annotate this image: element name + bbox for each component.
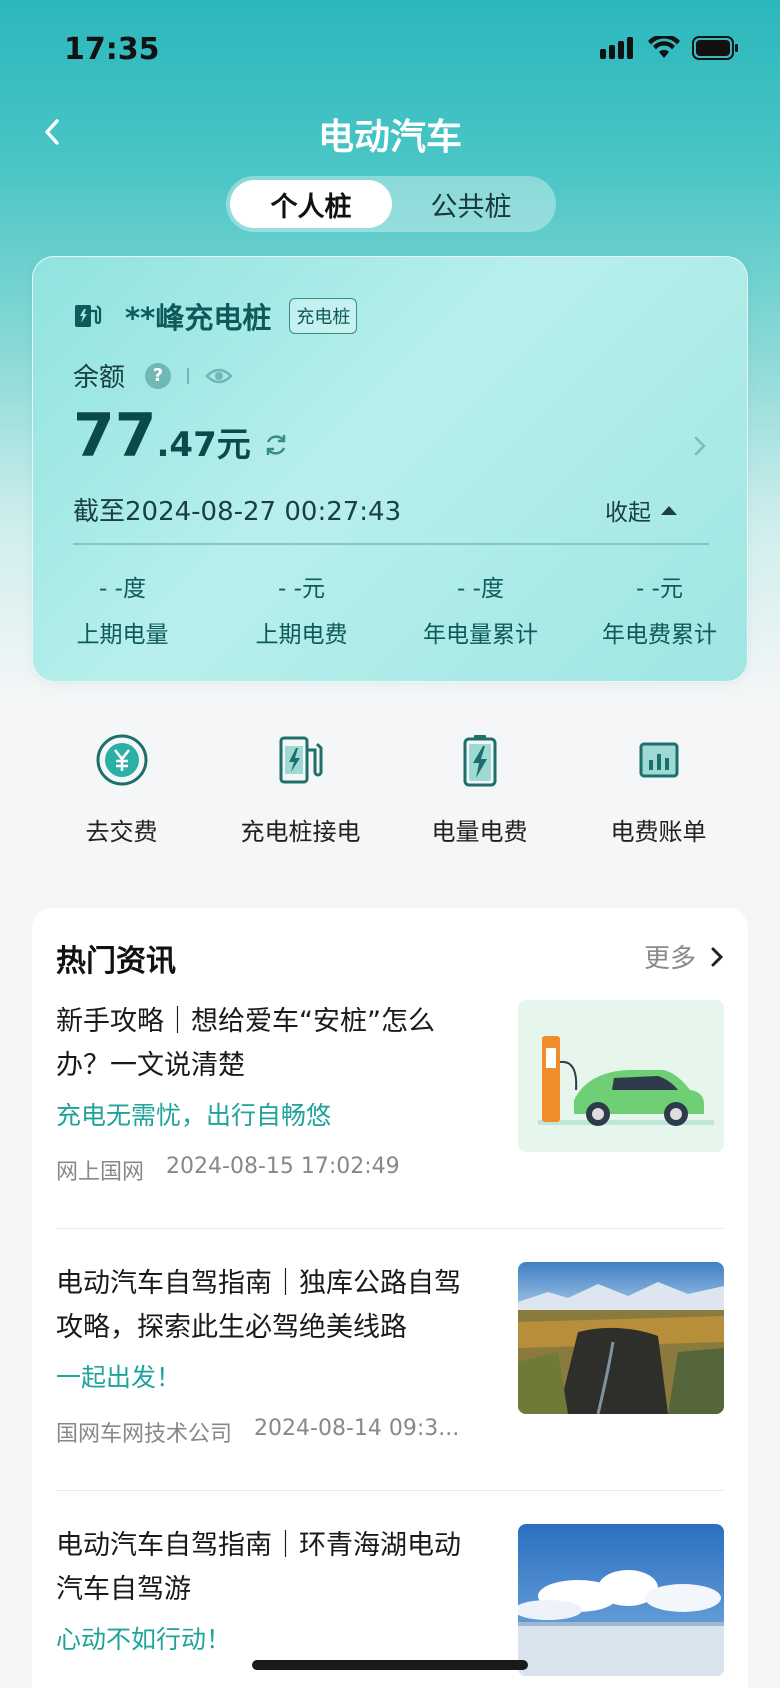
collapse-button[interactable]: 收起 (605, 493, 679, 527)
battery-bolt-icon (448, 728, 512, 792)
balance-label-row: 余额 ? (73, 357, 233, 394)
stat-label: 年电量累计 (423, 622, 538, 648)
usage-stats: - -度 上期电量 - -元 上期电费 - -度 年电量累计 - -元 年电费累… (33, 569, 749, 649)
news-subtitle: 一起出发！ (56, 1363, 182, 1392)
action-label: 充电桩接电 (240, 818, 361, 846)
amount-unit: 元 (216, 425, 251, 465)
stat-label: 上期电量 (76, 622, 169, 648)
news-header: 热门资讯 更多 (56, 936, 724, 980)
action-label: 电量电费 (431, 818, 528, 846)
more-news-link[interactable]: 更多 (644, 938, 724, 975)
action-label: 去交费 (85, 818, 158, 846)
balance-label: 余额 (73, 363, 126, 393)
chevron-right-icon[interactable] (693, 435, 707, 457)
charging-pile-icon (269, 728, 333, 792)
tab-public-pile[interactable]: 公共桩 (390, 180, 552, 228)
stat-label: 年电费累计 (602, 622, 717, 648)
amount-decimal: .47 (156, 425, 217, 465)
news-time: 2024-08-14 09:3... (254, 1416, 460, 1441)
divider (187, 367, 189, 384)
news-thumbnail-canyon (518, 1262, 724, 1414)
status-icons (600, 36, 740, 60)
news-divider (56, 1228, 724, 1229)
news-section-title: 热门资讯 (56, 944, 176, 979)
balance-card[interactable]: **峰充电桩 充电桩 余额 ? 77 .47 元 截至2024-08-27 00… (32, 256, 748, 682)
action-label: 电费账单 (610, 818, 707, 846)
news-thumbnail-lake (518, 1524, 724, 1676)
refresh-icon[interactable] (263, 432, 289, 458)
news-time: 2024-08-15 17:02:49 (166, 1154, 400, 1179)
nav-bar: 电动汽车 (0, 100, 780, 164)
stat-value: - -度 (457, 576, 504, 602)
status-bar: 17:35 (0, 0, 780, 100)
status-time: 17:35 (64, 32, 160, 67)
news-text: 新手攻略｜想给爱车“安桩”怎么办？一文说清楚 充电无需忧，出行自畅悠 网上国网 … (56, 1000, 476, 1186)
quick-actions: 去交费 充电桩接电 电量电费 电费账单 (0, 728, 780, 858)
pile-badge: 充电桩 (289, 298, 358, 334)
news-subtitle: 充电无需忧，出行自畅悠 (56, 1101, 332, 1130)
page-title: 电动汽车 (317, 117, 462, 158)
stat-year-kwh: - -度 年电量累计 (391, 569, 570, 649)
action-pay[interactable]: 去交费 (24, 728, 219, 847)
news-meta: 国网车网技术公司 2024-08-14 09:3... (56, 1416, 476, 1448)
stat-last-kwh: - -度 上期电量 (33, 569, 212, 649)
hot-news-card: 热门资讯 更多 新手攻略｜想给爱车“安桩”怎么办？一文说清楚 充电无需忧，出行自… (32, 908, 748, 1688)
balance-amount: 77 .47 元 (73, 401, 289, 471)
stat-value: - -元 (278, 576, 325, 602)
stat-last-fee: - -元 上期电费 (212, 569, 391, 649)
news-text: 电动汽车自驾指南｜独库公路自驾攻略，探索此生必驾绝美线路 一起出发！ 国网车网技… (56, 1262, 476, 1448)
as-of-time: 截至2024-08-27 00:27:43 (73, 497, 402, 527)
signal-icon (600, 37, 633, 59)
news-item[interactable]: 新手攻略｜想给爱车“安桩”怎么办？一文说清楚 充电无需忧，出行自畅悠 网上国网 … (56, 1000, 724, 1240)
charging-station-icon (75, 305, 102, 327)
collapse-label: 收起 (605, 500, 651, 526)
pile-type-segment: 个人桩 公共桩 (226, 176, 556, 232)
news-item[interactable]: 电动汽车自驾指南｜独库公路自驾攻略，探索此生必驾绝美线路 一起出发！ 国网车网技… (56, 1262, 724, 1502)
amount-integer: 77 (73, 401, 157, 471)
action-usage-fee[interactable]: 电量电费 (382, 728, 577, 847)
stat-year-fee: - -元 年电费累计 (570, 569, 749, 649)
battery-icon (692, 36, 738, 60)
stat-value: - -度 (99, 576, 146, 602)
bar-chart-icon (627, 728, 691, 792)
news-source: 国网车网技术公司 (56, 1422, 233, 1447)
yuan-coin-icon (90, 728, 154, 792)
action-bill[interactable]: 电费账单 (561, 728, 756, 847)
more-label: 更多 (643, 944, 696, 974)
stat-label: 上期电费 (255, 622, 348, 648)
news-headline: 电动汽车自驾指南｜独库公路自驾攻略，探索此生必驾绝美线路 (56, 1268, 461, 1343)
news-headline: 电动汽车自驾指南｜环青海湖电动汽车自驾游 (56, 1530, 461, 1605)
news-text: 电动汽车自驾指南｜环青海湖电动汽车自驾游 心动不如行动！ (56, 1524, 476, 1656)
pile-name: **峰充电桩 (125, 301, 272, 335)
news-divider (56, 1490, 724, 1491)
card-divider (73, 543, 709, 545)
news-headline: 新手攻略｜想给爱车“安桩”怎么办？一文说清楚 (56, 1006, 435, 1081)
stat-value: - -元 (636, 576, 683, 602)
caret-up-icon (661, 506, 677, 515)
home-indicator (252, 1660, 528, 1670)
eye-icon[interactable] (204, 366, 233, 386)
action-pile-connect[interactable]: 充电桩接电 (203, 728, 398, 847)
tab-personal-pile[interactable]: 个人桩 (230, 180, 392, 228)
news-source: 网上国网 (56, 1160, 145, 1185)
news-meta: 网上国网 2024-08-15 17:02:49 (56, 1154, 476, 1186)
help-icon[interactable]: ? (145, 362, 172, 389)
news-subtitle: 心动不如行动！ (56, 1625, 232, 1654)
wifi-icon (648, 36, 680, 58)
news-thumbnail-ev-charging (518, 1000, 724, 1152)
pile-row: **峰充电桩 充电桩 (73, 295, 358, 337)
chevron-right-icon (711, 947, 724, 966)
